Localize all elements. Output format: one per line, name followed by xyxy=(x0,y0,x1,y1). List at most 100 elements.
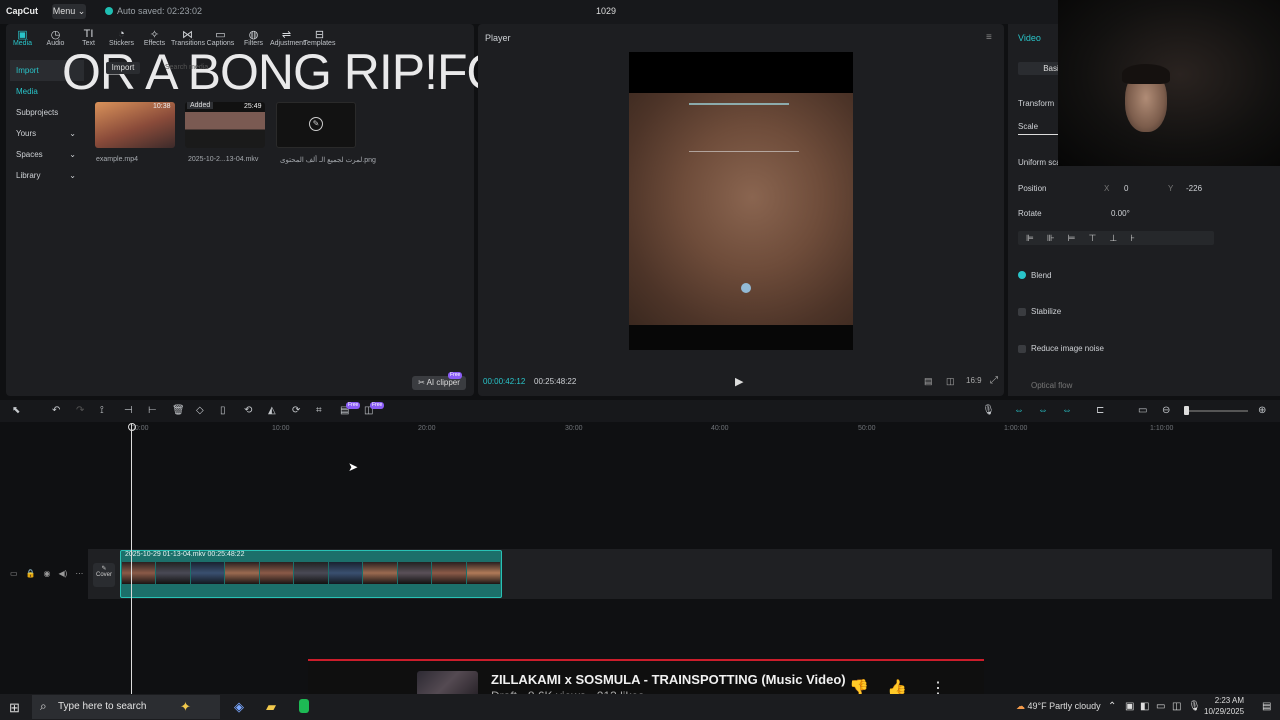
delete-icon[interactable]: 🗑 xyxy=(172,405,185,416)
ratio-icon[interactable]: ▤ xyxy=(924,376,933,387)
y-label: Y xyxy=(1168,184,1174,193)
magnet-icon[interactable]: ⇔ xyxy=(1038,405,1048,416)
mirror-icon[interactable]: ◭ xyxy=(268,405,276,416)
fullscreen-icon[interactable]: ⤢ xyxy=(990,375,998,386)
stabilize-label[interactable]: Stabilize xyxy=(1031,307,1061,316)
tab-video[interactable]: Video xyxy=(1018,33,1041,43)
adjustment-icon: ⇌ xyxy=(281,29,292,41)
split-right-icon[interactable]: ⊢ xyxy=(148,405,157,416)
search-input[interactable]: Search media xyxy=(165,64,208,71)
tick-label: 20:00 xyxy=(418,425,436,432)
blend-label[interactable]: Blend xyxy=(1031,271,1051,280)
app-logo: CapCut xyxy=(6,6,38,16)
cover-button[interactable]: ✎ Cover xyxy=(93,563,115,587)
split-left-icon[interactable]: ⊣ xyxy=(124,405,133,416)
linkage-icon[interactable]: ⇔ xyxy=(1062,405,1072,416)
freeze-icon[interactable]: ▯ xyxy=(220,405,226,416)
eye-icon[interactable]: ◉ xyxy=(44,569,51,578)
clip-frame xyxy=(156,562,190,584)
system-clock[interactable]: 2:23 AM 10/29/2025 xyxy=(1204,695,1244,717)
microphone-icon[interactable]: 🎙 xyxy=(982,405,995,416)
autosave-text: Auto saved: 02:23:02 xyxy=(117,6,203,16)
added-badge: Added xyxy=(187,102,214,109)
file-explorer-icon[interactable]: ▰ xyxy=(266,699,276,715)
reverse-icon[interactable]: ⟲ xyxy=(244,405,252,416)
checkbox-icon[interactable] xyxy=(1018,308,1026,316)
playhead-handle[interactable] xyxy=(128,423,136,431)
sparkle-icon[interactable]: ✦ xyxy=(180,699,191,715)
redo-icon[interactable]: ↷ xyxy=(76,405,84,416)
weather-widget[interactable]: ☁ 49°F Partly cloudy xyxy=(1016,701,1101,712)
microphone-icon[interactable]: 🎙 xyxy=(1188,701,1201,712)
crop-icon[interactable]: ⌗ xyxy=(316,405,322,416)
chevron-up-icon[interactable]: ⌃ xyxy=(1108,701,1116,712)
snapshot-icon[interactable]: ◫ xyxy=(946,376,955,387)
edit-icon: ✎ xyxy=(101,566,107,572)
zoom-slider[interactable] xyxy=(1186,410,1248,412)
tab-media[interactable]: ▣ Media xyxy=(6,26,39,52)
hud-bar xyxy=(689,103,789,105)
playhead[interactable] xyxy=(131,424,132,694)
tray-app-icon[interactable]: ▣ xyxy=(1125,701,1134,712)
undo-icon[interactable]: ↶ xyxy=(52,405,60,416)
total-duration: 00:25:48:22 xyxy=(534,377,577,386)
checkbox-icon[interactable] xyxy=(1018,271,1026,279)
nav-spaces[interactable]: Spaces ⌄ xyxy=(10,144,84,165)
network-icon[interactable]: ◫ xyxy=(1172,701,1181,712)
play-icon[interactable]: ▶ xyxy=(735,375,743,388)
tick-label: 30:00 xyxy=(565,425,583,432)
chevron-down-icon: ⌄ xyxy=(69,150,76,159)
stickers-icon: ◔ xyxy=(118,28,125,40)
video-letterbox xyxy=(629,325,853,350)
free-badge: Free xyxy=(448,372,463,379)
zoom-out-icon[interactable]: ⊖ xyxy=(1162,405,1170,416)
caption-toggle-icon[interactable]: ▭ xyxy=(1138,405,1147,416)
notifications-icon[interactable]: ▤ xyxy=(1262,701,1271,712)
taskbar-search-input[interactable]: Type here to search xyxy=(32,695,220,719)
link-main-track-icon[interactable]: ⇔ xyxy=(1014,405,1024,416)
scale-label: Scale xyxy=(1018,122,1039,131)
media-name: لمرت لجميع الـ ألف المحتوى.png xyxy=(280,157,376,164)
import-button[interactable]: Import xyxy=(106,62,140,74)
tray-app-icon[interactable]: ◧ xyxy=(1140,701,1149,712)
position-y-input[interactable]: -226 xyxy=(1186,184,1202,193)
menu-button[interactable]: Menu ⌄ xyxy=(52,4,86,19)
zoom-in-icon[interactable]: ⊕ xyxy=(1258,405,1266,416)
rotate-icon[interactable]: ⟳ xyxy=(292,405,300,416)
nav-yours[interactable]: Yours ⌄ xyxy=(10,123,84,144)
marker-icon[interactable]: ◇ xyxy=(196,405,204,416)
zoom-slider-thumb[interactable] xyxy=(1184,406,1189,415)
split-icon[interactable]: ⟟ xyxy=(100,405,104,416)
filters-icon: ◍ xyxy=(248,29,259,41)
spotify-icon[interactable] xyxy=(299,699,309,713)
timeline-ruler[interactable] xyxy=(88,422,1280,434)
autosave-status: Auto saved: 02:23:02 xyxy=(105,6,202,16)
align-icons[interactable]: ⊫⊪⊨⊤⊥⊦ xyxy=(1018,231,1214,245)
select-icon[interactable]: ⬉ xyxy=(12,405,20,416)
aspect-ratio-icon[interactable]: 16:9 xyxy=(966,376,982,385)
checkbox-icon[interactable] xyxy=(1018,345,1026,353)
youtube-title[interactable]: ZILLAKAMI x SOSMULA - TRAINSPOTTING (Mus… xyxy=(491,672,846,687)
speaker-icon[interactable]: ◀) xyxy=(59,569,68,578)
rotate-input[interactable]: 0.00° xyxy=(1111,209,1130,218)
clip-frame xyxy=(259,562,294,584)
windows-start-icon[interactable]: ⊞ xyxy=(9,700,20,716)
copilot-icon[interactable]: ◈ xyxy=(234,699,244,715)
more-icon[interactable]: ⋯ xyxy=(75,569,83,578)
tick-label: 50:00 xyxy=(858,425,876,432)
track-controls: ▭ 🔒 ◉ ◀) ⋯ xyxy=(10,569,83,578)
media-duration: 25:49 xyxy=(244,103,262,110)
track-toggle-icon[interactable]: ▭ xyxy=(10,569,18,578)
chevron-down-icon: ⌄ xyxy=(69,171,76,180)
nav-subprojects[interactable]: Subprojects xyxy=(10,102,84,123)
menu-icon[interactable]: ≡ xyxy=(986,32,992,43)
wrench-icon: ✎ xyxy=(309,117,323,131)
crosshair-icon xyxy=(741,283,751,293)
nav-library[interactable]: Library ⌄ xyxy=(10,165,84,186)
reduce-noise-label[interactable]: Reduce image noise xyxy=(1031,344,1104,353)
display-icon[interactable]: ▭ xyxy=(1156,701,1165,712)
video-preview[interactable] xyxy=(629,93,853,325)
lock-icon[interactable]: 🔒 xyxy=(26,569,36,578)
position-x-input[interactable]: 0 xyxy=(1124,184,1128,193)
preview-axis-icon[interactable]: ⊏ xyxy=(1096,405,1104,416)
